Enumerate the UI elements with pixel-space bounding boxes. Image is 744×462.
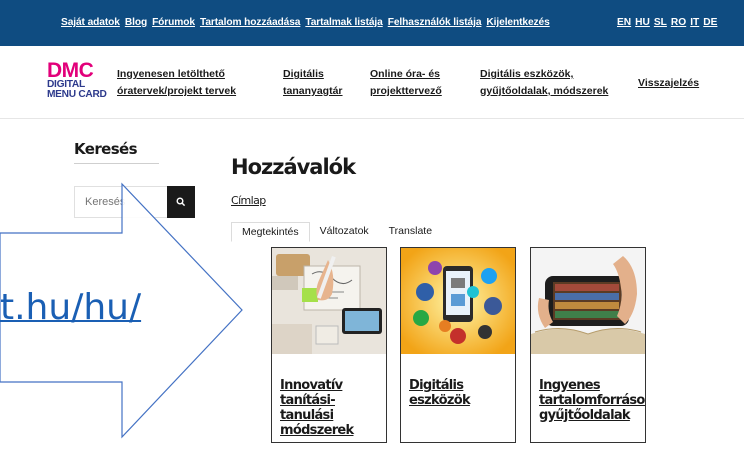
language-switcher: EN HU SL RO IT DE [617,17,717,28]
search-icon [176,197,186,207]
user-nav-link-forums[interactable]: Fórumok [152,17,195,28]
site-logo[interactable]: DMC DIGITAL MENU CARD [47,59,109,100]
user-nav-link-blog[interactable]: Blog [125,17,147,28]
user-nav: Saját adatok Blog Fórumok Tartalom hozzá… [61,17,550,28]
lang-en[interactable]: EN [617,17,631,28]
nav-digital-tools-line2[interactable]: gyűjtőoldalak, módszerek [480,82,608,100]
card-image-phone-library [531,248,645,354]
search-input[interactable] [74,186,167,218]
card-title[interactable]: Ingyenes tartalomforrások, gyűjtőoldalak [539,378,646,423]
card-free-resources[interactable]: Ingyenes tartalomforrások, gyűjtőoldalak [530,247,646,443]
tab-view[interactable]: Megtekintés [231,222,310,242]
card-title-line: Innovatív [280,378,343,393]
user-nav-link-content-list[interactable]: Tartalmak listája [305,17,382,28]
card-title[interactable]: Digitális eszközök [409,378,509,408]
top-bar: Saját adatok Blog Fórumok Tartalom hozzá… [0,0,744,46]
lang-ro[interactable]: RO [671,17,686,28]
header-divider [0,118,744,119]
card-title-line: módszerek [280,423,354,438]
nav-feedback[interactable]: Visszajelzés [638,74,699,92]
user-nav-link-profile[interactable]: Saját adatok [61,17,120,28]
lang-sl[interactable]: SL [654,17,667,28]
tab-translate[interactable]: Translate [379,222,442,242]
card-digital-tools[interactable]: Digitális eszközök [400,247,516,443]
nav-lesson-plans-line1[interactable]: Ingyenesen letölthető [117,65,225,83]
card-title[interactable]: Innovatív tanítási-tanulási módszerek [280,378,380,438]
lang-de[interactable]: DE [703,17,717,28]
logo-line-2: MENU CARD [47,88,107,100]
user-nav-link-logout[interactable]: Kijelentkezés [486,17,549,28]
nav-digital-tools-line1[interactable]: Digitális eszközök, [480,65,573,83]
lang-hu[interactable]: HU [635,17,650,28]
nav-online-planner-line1[interactable]: Online óra- és [370,65,440,83]
tab-revisions[interactable]: Változatok [310,222,379,242]
card-title-line: tanítási-tanulási [280,393,336,423]
nav-digital-library-line2[interactable]: tananyagtár [283,82,343,100]
breadcrumb-home[interactable]: Címlap [231,194,266,207]
search-block-title: Keresés [74,140,138,158]
user-nav-link-add-content[interactable]: Tartalom hozzáadása [200,17,300,28]
card-innovative-methods[interactable]: Innovatív tanítási-tanulási módszerek [271,247,387,443]
user-nav-link-user-list[interactable]: Felhasználók listája [388,17,482,28]
card-image-hands-tablet [272,248,386,354]
card-title-line: gyűjtőoldalak [539,408,631,423]
card-image-app-icons [401,248,515,354]
card-title-line: tartalomforrások, [539,393,646,408]
card-title-line: Digitális eszközök [409,378,471,408]
overlay-url-text: t.hu/hu/ [0,287,142,328]
nav-lesson-plans-line2[interactable]: óratervek/projekt tervek [117,82,236,100]
local-tasks: Megtekintés Változatok Translate [231,222,442,242]
search-button[interactable] [167,186,195,218]
logo-mark: DMC [47,59,94,82]
nav-digital-library-line1[interactable]: Digitális [283,65,324,83]
search-title-rule [74,163,159,164]
nav-online-planner-line2[interactable]: projekttervező [370,82,442,100]
lang-it[interactable]: IT [690,17,699,28]
page-title: Hozzávalók [231,155,356,179]
card-title-line: Ingyenes [539,378,601,393]
